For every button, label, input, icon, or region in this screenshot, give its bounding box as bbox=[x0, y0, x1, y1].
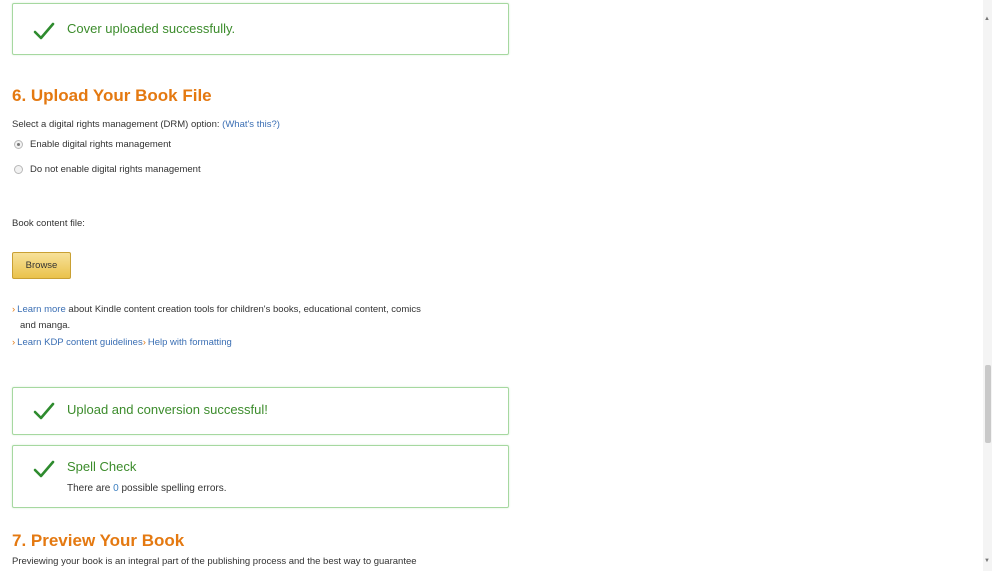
drm-option-enable[interactable]: Enable digital rights management bbox=[14, 137, 171, 151]
kdp-guidelines-link[interactable]: Learn KDP content guidelines bbox=[17, 337, 143, 348]
browse-button[interactable]: Browse bbox=[12, 252, 71, 279]
formatting-help-link[interactable]: Help with formatting bbox=[148, 337, 232, 348]
upload-success-message: Upload and conversion successful! bbox=[67, 402, 268, 417]
vertical-scrollbar[interactable]: ▲ ▼ bbox=[983, 0, 992, 571]
learn-more-link[interactable]: Learn more bbox=[17, 304, 66, 315]
learn-more-text: about Kindle content creation tools for … bbox=[65, 304, 421, 315]
learn-more-line-2: and manga. bbox=[20, 320, 71, 331]
drm-prompt: Select a digital rights management (DRM)… bbox=[12, 119, 280, 130]
spell-check-prefix: There are bbox=[67, 483, 114, 494]
cover-success-box: Cover uploaded successfully. bbox=[12, 3, 509, 55]
guidelines-line: › Learn KDP content guidelines› Help with … bbox=[12, 337, 232, 348]
bullet-icon: › bbox=[142, 337, 146, 348]
preview-intro-text: Previewing your book is an integral part… bbox=[12, 556, 417, 567]
check-icon bbox=[33, 460, 55, 478]
radio-unselected-icon[interactable] bbox=[14, 164, 23, 174]
spell-check-title: Spell Check bbox=[67, 459, 137, 474]
scroll-up-arrow-icon[interactable]: ▲ bbox=[984, 16, 990, 22]
check-icon bbox=[33, 402, 55, 420]
spell-check-box: Spell Check There are 0 possible spellin… bbox=[12, 445, 509, 508]
drm-prompt-text: Select a digital rights management (DRM)… bbox=[12, 119, 220, 130]
drm-option-disable[interactable]: Do not enable digital rights management bbox=[14, 162, 201, 176]
drm-option-enable-label: Enable digital rights management bbox=[30, 138, 172, 150]
learn-more-line: › Learn more about Kindle content creatio… bbox=[12, 304, 421, 315]
cover-success-message: Cover uploaded successfully. bbox=[67, 21, 236, 36]
content-file-label: Book content file: bbox=[12, 218, 85, 229]
section-6-title: 6. Upload Your Book File bbox=[12, 86, 212, 105]
spell-check-suffix: possible spelling errors. bbox=[118, 483, 227, 494]
check-icon bbox=[33, 22, 55, 40]
drm-help-link[interactable]: (What's this?) bbox=[222, 119, 280, 130]
drm-option-disable-label: Do not enable digital rights management bbox=[30, 163, 201, 175]
upload-success-box: Upload and conversion successful! bbox=[12, 387, 509, 435]
spell-check-detail: There are 0 possible spelling errors. bbox=[67, 483, 227, 494]
radio-selected-icon[interactable] bbox=[14, 139, 23, 149]
scroll-thumb[interactable] bbox=[985, 365, 991, 443]
bullet-icon: › bbox=[12, 304, 16, 315]
scroll-down-arrow-icon[interactable]: ▼ bbox=[984, 558, 990, 564]
section-7-title: 7. Preview Your Book bbox=[12, 531, 185, 550]
kdp-upload-page: Cover uploaded successfully. 6. Upload Y… bbox=[0, 0, 992, 571]
bullet-icon: › bbox=[12, 337, 16, 348]
